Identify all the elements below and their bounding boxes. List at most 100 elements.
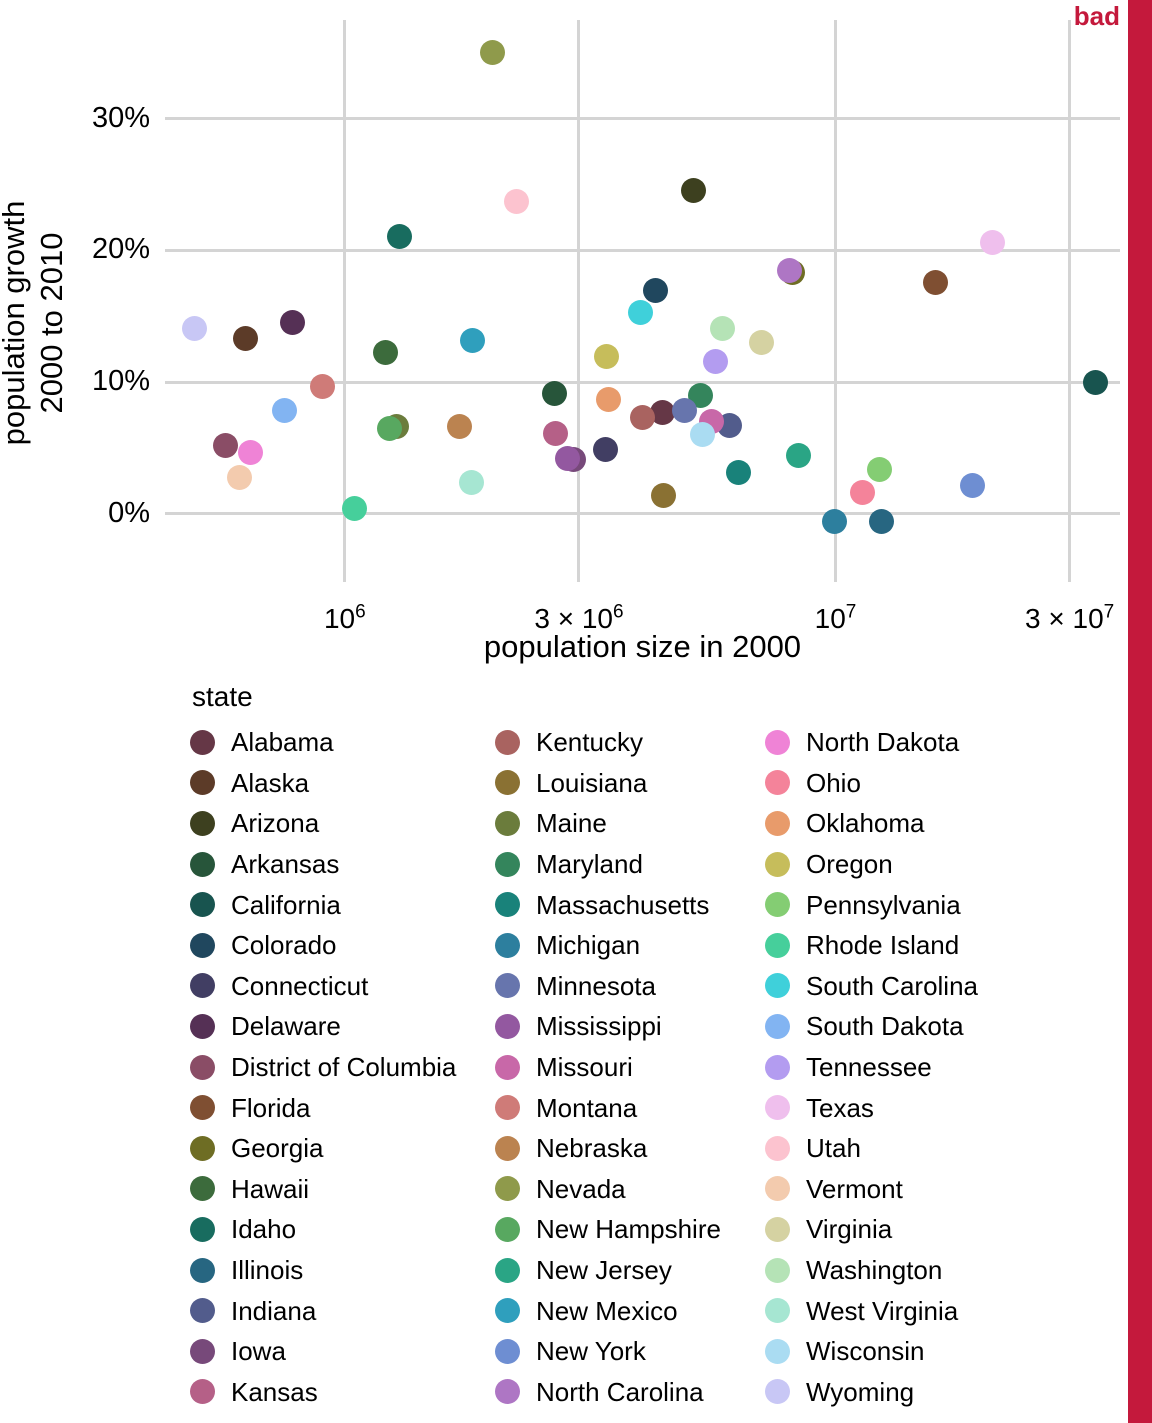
legend-item[interactable]: Delaware	[190, 1006, 495, 1047]
legend-item[interactable]: Minnesota	[495, 966, 765, 1007]
data-point	[651, 483, 677, 509]
legend-swatch-icon	[495, 1216, 520, 1242]
legend-item[interactable]: Florida	[190, 1087, 495, 1128]
legend-item[interactable]: Kansas	[190, 1372, 495, 1413]
legend-item[interactable]: Louisiana	[495, 763, 765, 804]
legend-item[interactable]: Indiana	[190, 1290, 495, 1331]
legend-item[interactable]: California	[190, 884, 495, 925]
legend-swatch-icon	[190, 1176, 215, 1202]
data-point	[596, 386, 622, 412]
data-point	[458, 469, 484, 495]
data-point	[643, 278, 669, 304]
legend-item[interactable]: District of Columbia	[190, 1047, 495, 1088]
legend-item[interactable]: Pennsylvania	[765, 884, 1045, 925]
legend-swatch-icon	[190, 810, 215, 836]
legend-swatch-icon	[190, 1013, 215, 1039]
data-point	[213, 432, 239, 458]
legend-item[interactable]: Maine	[495, 803, 765, 844]
legend-item-label: Montana	[536, 1092, 638, 1123]
legend-item[interactable]: Arkansas	[190, 844, 495, 885]
legend-item[interactable]: Colorado	[190, 925, 495, 966]
legend-item[interactable]: New York	[495, 1331, 765, 1372]
data-point	[690, 422, 716, 448]
legend-item[interactable]: Oregon	[765, 844, 1045, 885]
legend-item-label: Michigan	[536, 930, 641, 961]
legend-item[interactable]: Vermont	[765, 1169, 1045, 1210]
legend-swatch-icon	[765, 1338, 790, 1364]
legend-item[interactable]: Nebraska	[495, 1128, 765, 1169]
data-point	[373, 340, 399, 366]
legend-item[interactable]: South Dakota	[765, 1006, 1045, 1047]
plot-panel: 106 3 × 106 107 3 × 107	[165, 20, 1120, 633]
legend-item[interactable]: Alaska	[190, 763, 495, 804]
legend-item[interactable]: Connecticut	[190, 966, 495, 1007]
legend-item[interactable]: Georgia	[190, 1128, 495, 1169]
data-point	[503, 189, 529, 215]
legend-item-label: Georgia	[231, 1133, 324, 1164]
legend-item[interactable]: New Mexico	[495, 1290, 765, 1331]
legend-item[interactable]: Wyoming	[765, 1372, 1045, 1413]
legend-item[interactable]: Wisconsin	[765, 1331, 1045, 1372]
legend-item[interactable]: Montana	[495, 1087, 765, 1128]
legend-swatch-icon	[495, 729, 520, 755]
legend-item[interactable]: Maryland	[495, 844, 765, 885]
legend-item-label: Texas	[806, 1092, 874, 1123]
gridline-horizontal	[165, 512, 1120, 516]
legend-item-label: South Dakota	[806, 1011, 964, 1042]
legend-item[interactable]: New Jersey	[495, 1250, 765, 1291]
legend-item-label: Kansas	[231, 1376, 318, 1407]
legend-item[interactable]: Arizona	[190, 803, 495, 844]
legend-item[interactable]: New Hampshire	[495, 1209, 765, 1250]
legend-item-label: Vermont	[806, 1173, 903, 1204]
legend-item[interactable]: West Virginia	[765, 1290, 1045, 1331]
legend-swatch-icon	[765, 1216, 790, 1242]
legend-swatch-icon	[765, 1298, 790, 1324]
legend-item[interactable]: Idaho	[190, 1209, 495, 1250]
legend-swatch-icon	[190, 892, 215, 918]
legend-swatch-icon	[765, 1054, 790, 1080]
legend-item-label: Maine	[536, 808, 607, 839]
legend-column: North Dakota Ohio Oklahoma Oregon Pennsylvan…	[765, 722, 1045, 1412]
legend-item[interactable]: North Dakota	[765, 722, 1045, 763]
legend-item-label: Minnesota	[536, 970, 656, 1001]
legend-item-label: Missouri	[536, 1052, 633, 1083]
legend-item[interactable]: Oklahoma	[765, 803, 1045, 844]
legend-item[interactable]: Missouri	[495, 1047, 765, 1088]
data-point	[726, 460, 752, 486]
legend-item[interactable]: South Carolina	[765, 966, 1045, 1007]
legend-item-label: Nebraska	[536, 1133, 648, 1164]
legend-item[interactable]: Hawaii	[190, 1169, 495, 1210]
legend-item-label: New York	[536, 1336, 646, 1367]
data-point	[671, 398, 697, 424]
legend-item[interactable]: Mississippi	[495, 1006, 765, 1047]
legend-item-label: Utah	[806, 1133, 861, 1164]
legend-item[interactable]: Michigan	[495, 925, 765, 966]
legend-item[interactable]: Tennessee	[765, 1047, 1045, 1088]
legend-swatch-icon	[495, 892, 520, 918]
legend-item-label: Pennsylvania	[806, 889, 961, 920]
legend-item[interactable]: Rhode Island	[765, 925, 1045, 966]
gridline-horizontal	[165, 380, 1120, 384]
legend-item[interactable]: Virginia	[765, 1209, 1045, 1250]
legend-item[interactable]: Massachusetts	[495, 884, 765, 925]
legend-item[interactable]: North Carolina	[495, 1372, 765, 1413]
legend-item-label: Rhode Island	[806, 930, 960, 961]
legend-item[interactable]: Texas	[765, 1087, 1045, 1128]
legend-item-label: North Carolina	[536, 1376, 704, 1407]
legend-column: Alabama Alaska Arizona Arkansas California Co…	[190, 722, 495, 1412]
legend-swatch-icon	[765, 932, 790, 958]
legend-item[interactable]: Illinois	[190, 1250, 495, 1291]
legend-item-label: Washington	[806, 1255, 943, 1286]
legend-swatch-icon	[190, 1216, 215, 1242]
legend-item[interactable]: Washington	[765, 1250, 1045, 1291]
legend-item[interactable]: Utah	[765, 1128, 1045, 1169]
legend-item[interactable]: Iowa	[190, 1331, 495, 1372]
legend-item[interactable]: Alabama	[190, 722, 495, 763]
y-axis-tick-label: 0%	[108, 496, 150, 529]
legend-item[interactable]: Ohio	[765, 763, 1045, 804]
data-point	[342, 496, 368, 521]
x-axis-tick-label: 106	[323, 601, 366, 634]
legend-item[interactable]: Kentucky	[495, 722, 765, 763]
legend-item[interactable]: Nevada	[495, 1169, 765, 1210]
legend-item-label: Wisconsin	[806, 1336, 925, 1367]
